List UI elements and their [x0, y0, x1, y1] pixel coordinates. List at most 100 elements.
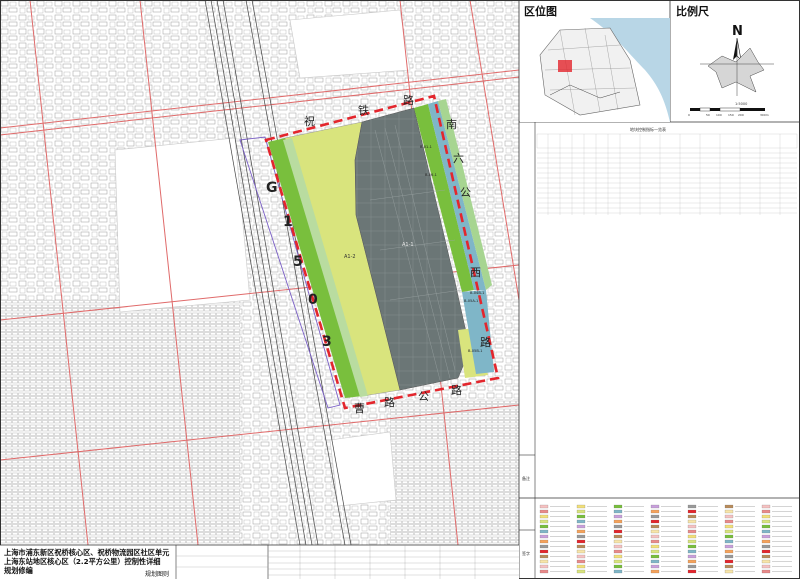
legend-swatch [761, 514, 771, 519]
north-label: N [732, 24, 743, 39]
legend-swatch [539, 559, 549, 564]
legend-swatch [650, 554, 660, 559]
signature-label: 签字 [522, 550, 530, 556]
legend-swatch [539, 534, 549, 539]
legend-swatch [539, 554, 549, 559]
road-east-char-4: 路 [480, 336, 491, 349]
remark-label: 备注 [522, 475, 530, 481]
location-title: 区位图 [524, 4, 557, 18]
legend-swatch [687, 559, 697, 564]
legend-swatch [724, 509, 734, 514]
road-east-char-2: 公 [460, 186, 471, 199]
legend-swatch [576, 519, 586, 524]
g1503-char-1: 1 [283, 214, 293, 230]
plot-label-b-04b-1: B-04B-1 [470, 291, 484, 295]
legend-swatch [650, 544, 660, 549]
legend-swatch [576, 534, 586, 539]
road-east-char-3: 西 [470, 266, 481, 279]
legend-swatch [576, 544, 586, 549]
legend-swatch [650, 529, 660, 534]
legend-swatch [761, 504, 771, 509]
legend-swatch [650, 519, 660, 524]
scale-tick-4: 200 [738, 113, 744, 117]
legend-swatch [613, 534, 623, 539]
legend-swatch [539, 514, 549, 519]
legend-swatch [539, 504, 549, 509]
legend-swatch [724, 514, 734, 519]
legend-swatch [724, 549, 734, 554]
legend-swatch [576, 549, 586, 554]
legend-swatch [761, 529, 771, 534]
scale-ratio: 1:5000 [735, 102, 747, 106]
legend-swatch [687, 514, 697, 519]
legend-swatch [613, 524, 623, 529]
legend-swatch [687, 544, 697, 549]
legend-swatch [687, 524, 697, 529]
legend-swatch [576, 529, 586, 534]
plot-label-b-06-1: B-06-1 [425, 173, 437, 177]
legend-swatch [761, 554, 771, 559]
legend-swatch [724, 519, 734, 524]
legend-swatch [650, 514, 660, 519]
legend-swatch [576, 504, 586, 509]
legend-swatch [687, 509, 697, 514]
scale-tick-3: 150 [728, 113, 734, 117]
legend-swatch [539, 529, 549, 534]
legend-swatch [687, 554, 697, 559]
legend-swatch [724, 564, 734, 569]
legend-swatch [761, 569, 771, 574]
legend-swatch [576, 514, 586, 519]
legend-swatch [613, 504, 623, 509]
legend-swatch [650, 559, 660, 564]
legend-swatch [539, 544, 549, 549]
legend-swatch [613, 529, 623, 534]
legend-swatch [650, 539, 660, 544]
plot-label-a1-1: A1-1 [402, 242, 414, 248]
g1503-char-3: 0 [308, 292, 318, 308]
road-south-char-0: 曹 [354, 402, 365, 415]
legend-swatch [724, 559, 734, 564]
drawing-name: 规划图则 [145, 570, 169, 578]
legend-swatch [761, 509, 771, 514]
legend-swatch [539, 524, 549, 529]
legend-swatch [539, 549, 549, 554]
legend-swatch [613, 554, 623, 559]
legend-swatch [687, 569, 697, 574]
road-north-char-0: 祝 [304, 114, 315, 128]
location-map: 区位图 [520, 4, 670, 122]
legend-swatch [761, 519, 771, 524]
legend-swatch [650, 564, 660, 569]
legend-swatch [724, 504, 734, 509]
road-south-char-1: 路 [384, 396, 395, 409]
legend-swatch [687, 504, 697, 509]
legend-swatch [724, 524, 734, 529]
table-title: 地块控制指标一览表 [630, 126, 666, 132]
legend-swatch [576, 539, 586, 544]
legend-swatch [724, 544, 734, 549]
legend-swatch [539, 564, 549, 569]
legend-swatch [613, 539, 623, 544]
legend-swatch [539, 569, 549, 574]
plot-label-b-05b-1: B-05B-1 [468, 349, 482, 353]
scale-tick-0: 0 [688, 113, 690, 117]
g1503-char-2: 5 [293, 254, 303, 270]
legend-swatch [576, 524, 586, 529]
legend-swatch [539, 519, 549, 524]
road-south-char-3: 路 [451, 384, 462, 397]
legend-swatch [650, 524, 660, 529]
road-east-char-0: 南 [446, 118, 457, 131]
legend-swatch [539, 509, 549, 514]
plot-label-b-01-1: B-01-1 [420, 145, 432, 149]
legend-swatch [539, 539, 549, 544]
plot-label-a1-2: A1-2 [344, 254, 356, 260]
title-block: 上海市浦东新区祝桥核心区、祝桥物流园区社区单元 上海东站地区核心区（2.2平方公… [0, 544, 519, 579]
legend-swatch [576, 554, 586, 559]
legend-swatch [576, 509, 586, 514]
legend-swatch [613, 559, 623, 564]
legend-swatch [761, 564, 771, 569]
project-title-line1: 上海市浦东新区祝桥核心区、祝桥物流园区社区单元 [4, 548, 170, 557]
legend-swatch [613, 519, 623, 524]
legend-swatch [687, 539, 697, 544]
legend-swatch [724, 534, 734, 539]
legend-swatch [650, 534, 660, 539]
